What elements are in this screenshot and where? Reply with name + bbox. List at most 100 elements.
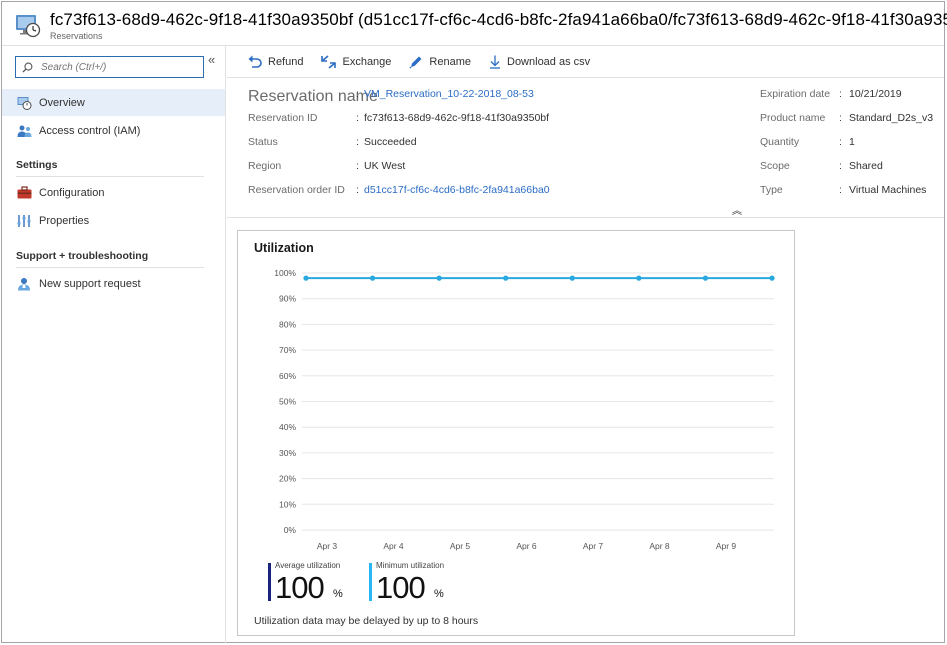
y-tick-label: 60% bbox=[279, 371, 296, 381]
minimum-utilization-label: Minimum utilization bbox=[376, 561, 445, 570]
prop-colon: : bbox=[356, 184, 359, 196]
prop-label: Product name bbox=[760, 112, 826, 124]
search-input[interactable] bbox=[41, 61, 201, 73]
y-tick-label: 100% bbox=[274, 268, 296, 278]
people-icon bbox=[16, 123, 32, 139]
sidebar-item-access-control[interactable]: Access control (IAM) bbox=[2, 117, 225, 144]
minimum-utilization-unit: % bbox=[434, 588, 444, 600]
x-tick-label: Apr 3 bbox=[317, 541, 338, 551]
data-point[interactable] bbox=[503, 275, 509, 281]
rename-label: Rename bbox=[429, 55, 471, 68]
y-tick-label: 80% bbox=[279, 319, 296, 329]
window-frame: fc73f613-68d9-462c-9f18-41f30a9350bf (d5… bbox=[1, 1, 947, 643]
essentials-panel: Reservation name : VM_Reservation_10-22-… bbox=[227, 78, 944, 218]
prop-colon: : bbox=[356, 88, 359, 100]
download-icon bbox=[490, 55, 500, 69]
sidebar-item-label: Access control (IAM) bbox=[39, 124, 141, 137]
prop-colon: : bbox=[839, 136, 842, 148]
download-csv-button[interactable]: Download as csv bbox=[489, 55, 590, 69]
y-tick-label: 10% bbox=[279, 499, 296, 509]
collapse-essentials-button[interactable]: ︽ bbox=[732, 202, 742, 217]
status-value: Succeeded bbox=[364, 136, 417, 148]
overview-icon bbox=[16, 95, 32, 111]
prop-colon: : bbox=[356, 136, 359, 148]
average-utilization-value: 100 bbox=[275, 570, 325, 605]
refund-button[interactable]: Refund bbox=[248, 55, 303, 68]
prop-label: Type bbox=[760, 184, 783, 196]
minimum-utilization-block: Minimum utilization 100 % bbox=[369, 561, 459, 605]
prop-label: Region bbox=[248, 160, 282, 172]
y-tick-label: 30% bbox=[279, 448, 296, 458]
y-tick-label: 90% bbox=[279, 294, 296, 304]
support-person-icon bbox=[16, 276, 32, 292]
page-subtitle: Reservations bbox=[50, 31, 103, 41]
exchange-button[interactable]: Exchange bbox=[321, 54, 391, 69]
toolbox-icon bbox=[16, 185, 32, 201]
product-name-value: Standard_D2s_v3 bbox=[849, 112, 934, 124]
utilization-card: Utilization 100% 90% 80% 70% 60% 50% 40% 30% 20%… bbox=[237, 230, 795, 636]
prop-label: Expiration date bbox=[760, 88, 831, 100]
prop-colon: : bbox=[839, 112, 842, 124]
prop-colon: : bbox=[356, 160, 359, 172]
scope-value: Shared bbox=[849, 160, 883, 172]
command-bar: Refund Exchange Rename Download as csv bbox=[227, 46, 944, 78]
y-tick-label: 0% bbox=[284, 525, 297, 535]
section-settings: Settings bbox=[16, 159, 204, 177]
x-tick-label: Apr 6 bbox=[516, 541, 537, 551]
exchange-icon bbox=[321, 54, 337, 69]
rename-button[interactable]: Rename bbox=[409, 55, 471, 69]
sidebar-item-new-support-request[interactable]: New support request bbox=[2, 270, 225, 297]
download-label: Download as csv bbox=[507, 55, 591, 68]
region-value: UK West bbox=[364, 160, 406, 172]
data-point[interactable] bbox=[369, 275, 376, 281]
data-point[interactable] bbox=[702, 275, 709, 281]
sidebar-item-overview[interactable]: Overview bbox=[2, 89, 225, 116]
prop-label: Scope bbox=[760, 160, 790, 172]
prop-label: Reservation order ID bbox=[248, 184, 345, 196]
data-point[interactable] bbox=[769, 275, 775, 281]
sidebar: « Overview bbox=[2, 46, 226, 643]
sidebar-item-label: New support request bbox=[39, 277, 141, 290]
reservation-name-link[interactable]: VM_Reservation_10-22-2018_08-53 bbox=[364, 88, 534, 100]
refund-label: Refund bbox=[268, 55, 304, 68]
prop-label: Quantity bbox=[760, 136, 800, 148]
y-tick-label: 70% bbox=[279, 345, 296, 355]
average-utilization-block: Average utilization 100 % bbox=[268, 561, 358, 605]
utilization-title: Utilization bbox=[254, 241, 314, 255]
reservation-id-value: fc73f613-68d9-462c-9f18-41f30a9350bf bbox=[364, 112, 550, 124]
blade-header: fc73f613-68d9-462c-9f18-41f30a9350bf (d5… bbox=[2, 2, 947, 46]
data-point[interactable] bbox=[303, 275, 309, 281]
type-value: Virtual Machines bbox=[849, 184, 927, 196]
x-tick-label: Apr 9 bbox=[716, 541, 737, 551]
sidebar-item-properties[interactable]: Properties bbox=[2, 207, 225, 234]
minimum-legend-swatch bbox=[369, 563, 372, 601]
prop-colon: : bbox=[839, 160, 842, 172]
prop-colon: : bbox=[839, 184, 842, 196]
average-legend-swatch bbox=[268, 563, 271, 601]
sidebar-item-configuration[interactable]: Configuration bbox=[2, 179, 225, 206]
average-utilization-label: Average utilization bbox=[275, 561, 341, 570]
data-point[interactable] bbox=[436, 275, 442, 281]
prop-label: Status bbox=[248, 136, 278, 148]
prop-colon: : bbox=[356, 112, 359, 124]
x-tick-label: Apr 7 bbox=[583, 541, 604, 551]
expiration-date-value: 10/21/2019 bbox=[849, 88, 902, 100]
reservation-order-id-link[interactable]: d51cc17f-cf6c-4cd6-b8fc-2fa941a66ba0 bbox=[364, 184, 550, 196]
sidebar-item-label: Overview bbox=[39, 96, 85, 109]
utilization-chart: 100% 90% 80% 70% 60% 50% 40% 30% 20% 10% 0% Apr 3 Ap… bbox=[274, 268, 775, 551]
average-utilization-unit: % bbox=[333, 588, 343, 600]
quantity-value: 1 bbox=[849, 136, 855, 148]
x-tick-label: Apr 8 bbox=[649, 541, 670, 551]
x-tick-label: Apr 5 bbox=[450, 541, 471, 551]
search-box[interactable] bbox=[15, 56, 204, 78]
prop-colon: : bbox=[839, 88, 842, 100]
pencil-icon bbox=[409, 56, 422, 69]
sidebar-item-label: Properties bbox=[39, 214, 90, 227]
main-content: Refund Exchange Rename Download as csv R… bbox=[227, 46, 944, 643]
data-point[interactable] bbox=[636, 275, 642, 281]
data-point[interactable] bbox=[569, 275, 575, 281]
undo-icon bbox=[248, 55, 262, 68]
sidebar-item-label: Configuration bbox=[39, 186, 105, 199]
reservation-clock-icon bbox=[16, 15, 41, 38]
collapse-sidebar-button[interactable]: « bbox=[208, 52, 215, 67]
